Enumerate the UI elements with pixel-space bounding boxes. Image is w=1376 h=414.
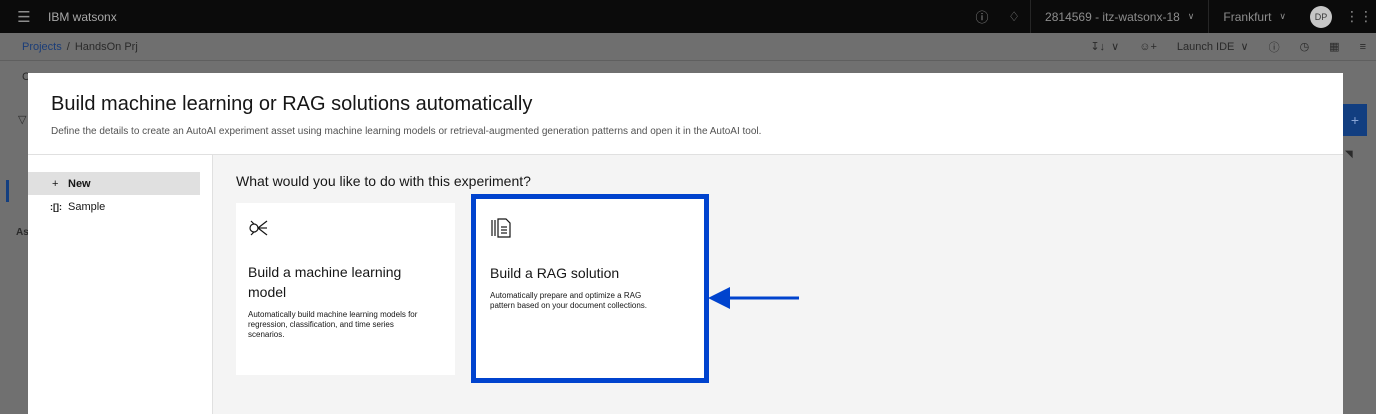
sample-icon: :[]: <box>50 201 62 212</box>
document-stack-icon <box>491 218 511 238</box>
side-nav-sample[interactable]: :[]: Sample <box>28 195 200 218</box>
hamburger-menu-icon[interactable]: ☰ <box>0 0 48 33</box>
annotation-arrow-icon <box>708 287 799 309</box>
breadcrumb-projects-link[interactable]: Projects <box>22 41 62 53</box>
launch-ide-label: Launch IDE <box>1176 40 1235 53</box>
breadcrumb: Projects / HandsOn Prj <box>22 41 138 53</box>
chevron-down-icon: ∨ <box>1240 41 1249 53</box>
background-add-button: + <box>1343 104 1367 136</box>
import-icon[interactable]: ↧↓ ∨ <box>1080 40 1129 53</box>
account-label: 2814569 - itz-watsonx-18 <box>1045 9 1180 24</box>
chevron-down-icon: ∨ <box>1187 11 1195 21</box>
tile-machine-learning[interactable]: Build a machine learning model Automatic… <box>236 203 455 375</box>
tile-rag-solution[interactable]: Build a RAG solution Automatically prepa… <box>471 194 709 383</box>
breadcrumb-separator: / <box>66 40 70 53</box>
background-indicator <box>6 180 9 202</box>
background-icon: ◥ <box>1345 149 1353 160</box>
history-icon[interactable]: ◷ <box>1290 40 1320 53</box>
app-switcher-icon[interactable]: ⋮⋮ <box>1342 0 1376 33</box>
brand-name[interactable]: IBM watsonx <box>48 10 117 24</box>
modal-content: What would you like to do with this expe… <box>213 155 1343 414</box>
tile-rag-title: Build a RAG solution <box>490 265 620 281</box>
account-selector[interactable]: 2814569 - itz-watsonx-18 ∨ <box>1030 0 1208 33</box>
side-nav-new[interactable]: + New <box>28 172 200 195</box>
add-collaborator-icon[interactable]: ☺+ <box>1129 41 1167 53</box>
experiment-question: What would you like to do with this expe… <box>236 173 531 189</box>
modal-title: Build machine learning or RAG solutions … <box>51 93 533 115</box>
side-nav-new-label: New <box>68 177 91 190</box>
side-nav-sample-label: Sample <box>68 200 106 213</box>
launch-ide-button[interactable]: Launch IDE ∨ <box>1167 40 1259 54</box>
project-toolbar: Projects / HandsOn Prj ↧↓ ∨ ☺+ Launch ID… <box>0 33 1376 61</box>
region-label: Frankfurt <box>1223 9 1272 24</box>
modal-side-nav: + New :[]: Sample <box>28 155 213 414</box>
modal-header: Build machine learning or RAG solutions … <box>28 73 1343 155</box>
tile-ml-description: Automatically build machine learning mod… <box>248 310 418 339</box>
plus-icon: + <box>52 177 59 190</box>
tile-ml-title: Build a machine learning model <box>248 264 402 300</box>
schedule-icon[interactable]: ▦ <box>1319 40 1349 53</box>
region-selector[interactable]: Frankfurt ∨ <box>1208 0 1300 33</box>
notification-icon[interactable]: ♢ <box>998 0 1030 33</box>
chevron-down-icon: ∨ <box>1279 11 1286 21</box>
global-header: ☰ IBM watsonx ⓘ ♢ 2814569 - itz-watsonx-… <box>0 0 1376 33</box>
modal-description: Define the details to create an AutoAI e… <box>51 126 762 137</box>
neural-network-icon <box>249 220 268 236</box>
tile-rag-description: Automatically prepare and optimize a RAG… <box>490 291 647 310</box>
breadcrumb-current: HandsOn Prj <box>74 40 138 53</box>
help-icon[interactable]: ⓘ <box>966 0 998 33</box>
modal-body: + New :[]: Sample What would you like to… <box>28 155 1343 414</box>
background-assets-label: As <box>16 227 29 238</box>
create-experiment-modal: Build machine learning or RAG solutions … <box>28 73 1343 414</box>
avatar[interactable]: DP <box>1310 5 1332 28</box>
settings-icon[interactable]: ≡ <box>1350 41 1376 53</box>
filter-icon: ▽ <box>18 114 27 126</box>
info-icon[interactable]: ⓘ <box>1259 39 1290 55</box>
